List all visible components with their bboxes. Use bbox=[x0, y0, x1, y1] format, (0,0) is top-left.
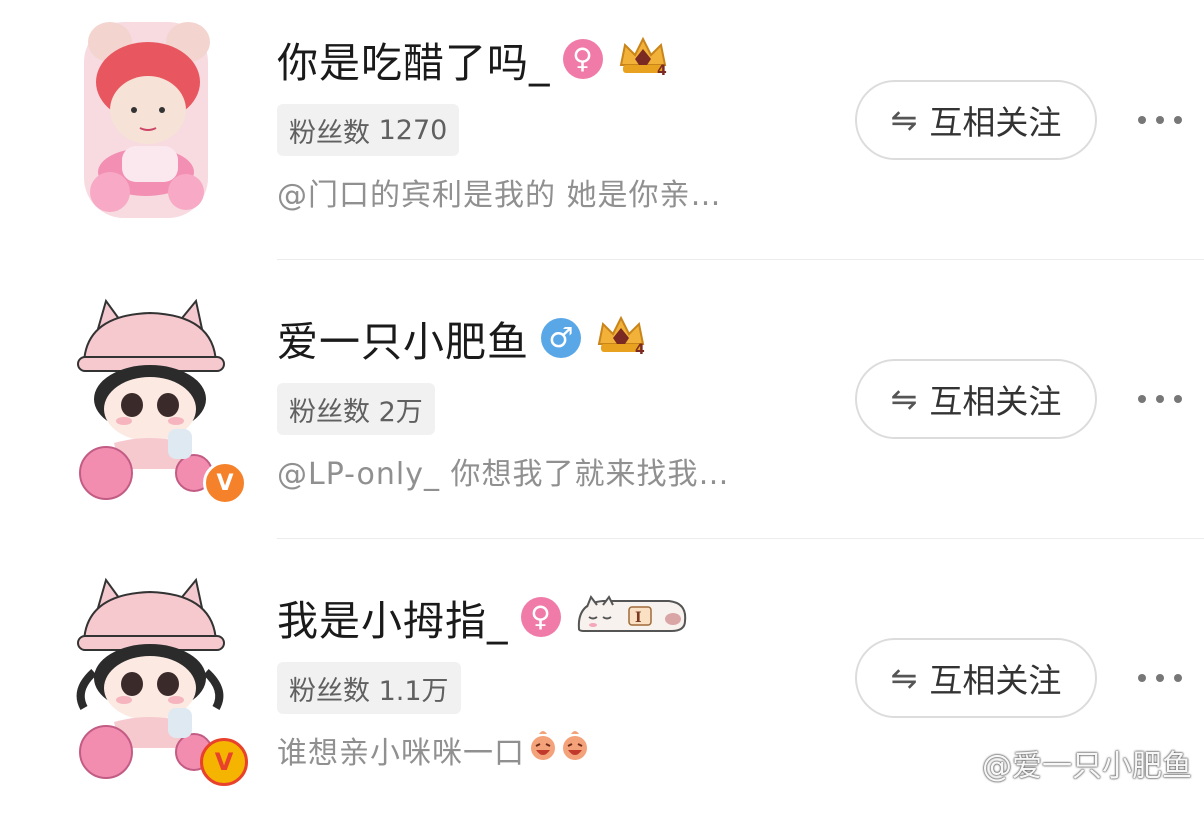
laughing-emoji-icon bbox=[527, 730, 559, 770]
name-line: 我是小拇指_ ♀ I bbox=[277, 584, 691, 650]
more-options-button[interactable] bbox=[1138, 383, 1182, 415]
username[interactable]: 你是吃醋了吗_ bbox=[277, 29, 551, 89]
fans-count: 粉丝数 1.1万 bbox=[277, 662, 461, 714]
divider bbox=[277, 259, 1204, 260]
fans-count: 粉丝数 1270 bbox=[277, 104, 460, 156]
username[interactable]: 我是小拇指_ bbox=[277, 587, 509, 647]
dot-icon bbox=[1156, 116, 1164, 124]
mutual-arrows-icon: ⇋ bbox=[890, 101, 918, 139]
female-icon: ♀ bbox=[520, 597, 561, 637]
dot-icon bbox=[1138, 116, 1146, 124]
fans-label: 粉丝数 bbox=[289, 117, 370, 149]
watermark-text: @爱一只小肥鱼 bbox=[982, 749, 1192, 784]
dot-icon bbox=[1174, 395, 1182, 403]
fans-value: 1.1万 bbox=[378, 675, 449, 707]
verified-v-icon: V bbox=[216, 470, 234, 496]
weibo-logo-icon bbox=[932, 741, 977, 784]
username[interactable]: 爱一只小肥鱼 bbox=[277, 308, 529, 368]
dot-icon bbox=[1156, 395, 1164, 403]
avatar[interactable] bbox=[70, 14, 240, 224]
dot-icon bbox=[1174, 116, 1182, 124]
divider bbox=[277, 538, 1204, 539]
fans-count: 粉丝数 2万 bbox=[277, 383, 435, 435]
crown-badge-icon: 4 bbox=[593, 314, 649, 362]
verified-v-icon: V bbox=[214, 748, 234, 776]
fans-label: 粉丝数 bbox=[289, 396, 370, 428]
follow-label: 互相关注 bbox=[929, 661, 1062, 700]
verified-badge: V bbox=[200, 738, 248, 786]
svg-text:4: 4 bbox=[657, 63, 667, 79]
avatar[interactable]: V bbox=[70, 572, 248, 786]
name-line: 你是吃醋了吗_ ♀ 4 bbox=[277, 26, 671, 92]
watermark: @爱一只小肥鱼 bbox=[932, 741, 1192, 785]
dot-icon bbox=[1156, 674, 1164, 682]
laughing-emoji-icon bbox=[559, 730, 591, 770]
verified-badge: V bbox=[203, 461, 247, 505]
name-line: 爱一只小肥鱼 ♂ 4 bbox=[277, 305, 649, 371]
mutual-follow-button[interactable]: ⇋ 互相关注 bbox=[855, 359, 1097, 439]
mutual-arrows-icon: ⇋ bbox=[890, 659, 918, 697]
user-row[interactable]: V 我是小拇指_ ♀ I 粉丝数 1.1万 谁想亲小咪咪一口 ⇋ 互相关注 bbox=[0, 558, 1204, 837]
fans-label: 粉丝数 bbox=[289, 675, 370, 707]
female-icon: ♀ bbox=[562, 39, 603, 79]
user-row[interactable]: 你是吃醋了吗_ ♀ 4 粉丝数 1270 @门口的宾利是我的 她是你亲… ⇋ 互… bbox=[0, 0, 1204, 279]
description-text: 谁想亲小咪咪一口 bbox=[277, 736, 525, 771]
dot-icon bbox=[1138, 674, 1146, 682]
svg-text:4: 4 bbox=[635, 342, 645, 358]
sleeping-cat-badge-icon: I bbox=[573, 593, 691, 641]
fans-value: 1270 bbox=[378, 114, 448, 146]
user-description: @门口的宾利是我的 她是你亲… bbox=[277, 178, 722, 213]
user-description: @LP-only_ 你想我了就来找我… bbox=[277, 457, 730, 492]
mutual-follow-button[interactable]: ⇋ 互相关注 bbox=[855, 638, 1097, 718]
user-row[interactable]: V 爱一只小肥鱼 ♂ 4 粉丝数 2万 @LP-only_ 你想我了就来找我… … bbox=[0, 279, 1204, 558]
mutual-arrows-icon: ⇋ bbox=[890, 380, 918, 418]
svg-text:I: I bbox=[635, 610, 642, 626]
more-options-button[interactable] bbox=[1138, 104, 1182, 136]
user-description: 谁想亲小咪咪一口 bbox=[277, 728, 591, 772]
follow-label: 互相关注 bbox=[929, 382, 1062, 421]
avatar[interactable]: V bbox=[70, 293, 247, 505]
crown-badge-icon: 4 bbox=[615, 35, 671, 83]
fans-value: 2万 bbox=[378, 396, 423, 428]
more-options-button[interactable] bbox=[1138, 662, 1182, 694]
dot-icon bbox=[1138, 395, 1146, 403]
male-icon: ♂ bbox=[541, 318, 581, 358]
mutual-follow-button[interactable]: ⇋ 互相关注 bbox=[855, 80, 1097, 160]
follow-label: 互相关注 bbox=[929, 103, 1062, 142]
dot-icon bbox=[1174, 674, 1182, 682]
